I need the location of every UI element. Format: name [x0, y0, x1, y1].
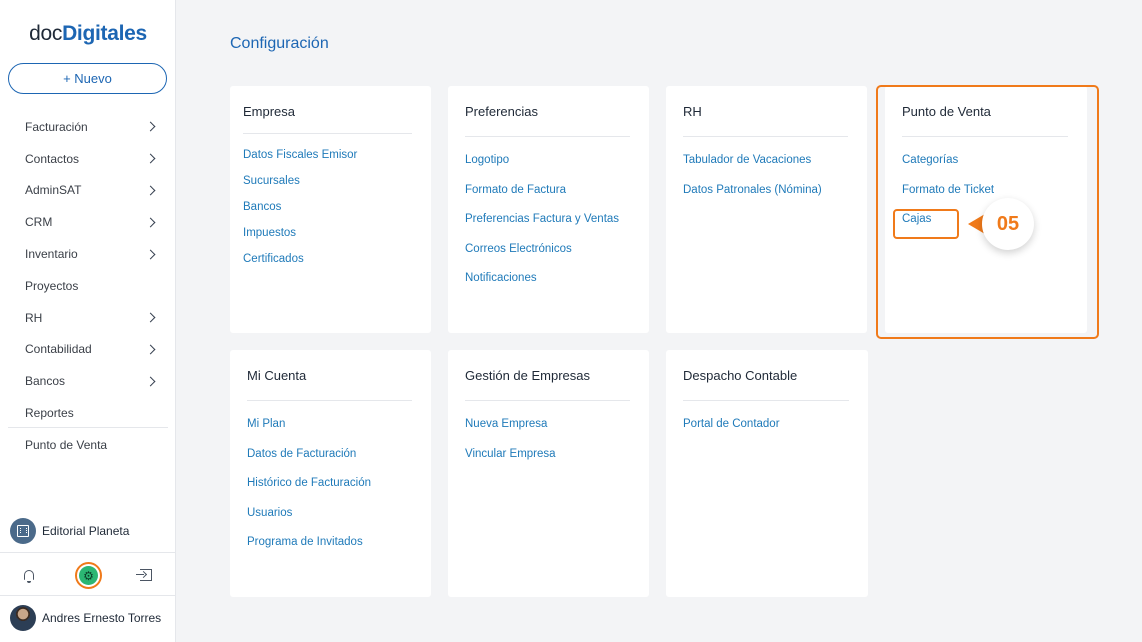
- sidebar-item-label: Contactos: [25, 151, 80, 166]
- card-links: Datos Fiscales Emisor Sucursales Bancos …: [243, 149, 357, 265]
- logout-icon[interactable]: [136, 569, 152, 581]
- card-empresa: Empresa Datos Fiscales Emisor Sucursales…: [230, 86, 431, 333]
- sidebar-item-label: RH: [25, 310, 43, 325]
- building-icon: [10, 518, 36, 544]
- card-divider: [465, 400, 630, 401]
- card-title: RH: [683, 104, 702, 119]
- link-sucursales[interactable]: Sucursales: [243, 175, 357, 187]
- gear-icon: ⚙: [79, 566, 98, 585]
- sidebar-item-label: CRM: [25, 215, 53, 230]
- card-title: Mi Cuenta: [247, 368, 307, 383]
- sidebar-toolbar: ⚙: [0, 552, 176, 596]
- sidebar-item-proyectos[interactable]: Proyectos: [0, 270, 176, 302]
- sidebar-divider: [8, 427, 168, 428]
- link-certificados[interactable]: Certificados: [243, 253, 357, 265]
- new-button[interactable]: + Nuevo: [8, 63, 167, 94]
- link-portal-de-contador[interactable]: Portal de Contador: [683, 418, 780, 430]
- link-datos-de-facturacion[interactable]: Datos de Facturación: [247, 448, 371, 460]
- sidebar-item-contabilidad[interactable]: Contabilidad: [0, 334, 176, 366]
- chevron-right-icon: [145, 344, 156, 355]
- link-formato-de-factura[interactable]: Formato de Factura: [465, 184, 619, 196]
- link-bancos[interactable]: Bancos: [243, 201, 357, 213]
- brand-prefix: doc: [29, 22, 63, 45]
- card-divider: [683, 136, 848, 137]
- sidebar: docDigitales + Nuevo Facturación Contact…: [0, 0, 176, 642]
- card-title: Empresa: [243, 104, 296, 119]
- sidebar-item-crm[interactable]: CRM: [0, 206, 176, 238]
- card-links: Portal de Contador: [683, 418, 780, 430]
- bell-icon[interactable]: [24, 570, 34, 583]
- link-preferencias-factura-ventas[interactable]: Preferencias Factura y Ventas: [465, 213, 619, 225]
- page-title: Configuración: [230, 35, 329, 52]
- chevron-right-icon: [145, 217, 156, 228]
- sidebar-item-punto-de-venta[interactable]: Punto de Venta: [25, 438, 107, 452]
- card-title: Preferencias: [465, 104, 538, 119]
- chevron-right-icon: [145, 312, 156, 323]
- sidebar-item-contactos[interactable]: Contactos: [0, 143, 176, 175]
- card-links: Mi Plan Datos de Facturación Histórico d…: [247, 418, 371, 548]
- card-title: Despacho Contable: [683, 368, 798, 383]
- user-name: Andres Ernesto Torres: [42, 611, 162, 625]
- sidebar-item-rh[interactable]: RH: [0, 302, 176, 334]
- card-divider: [902, 136, 1068, 137]
- card-title: Punto de Venta: [902, 104, 991, 119]
- brand-logo[interactable]: docDigitales: [0, 22, 176, 46]
- card-mi-cuenta: Mi Cuenta Mi Plan Datos de Facturación H…: [230, 350, 431, 597]
- sidebar-item-label: Bancos: [25, 374, 66, 389]
- link-datos-patronales[interactable]: Datos Patronales (Nómina): [683, 184, 822, 196]
- sidebar-item-label: Contabilidad: [25, 342, 92, 357]
- company-switcher[interactable]: Editorial Planeta: [10, 518, 129, 544]
- link-correos-electronicos[interactable]: Correos Electrónicos: [465, 243, 619, 255]
- sidebar-item-label: AdminSAT: [25, 183, 82, 198]
- link-impuestos[interactable]: Impuestos: [243, 227, 357, 239]
- card-preferencias: Preferencias Logotipo Formato de Factura…: [448, 86, 649, 333]
- link-logotipo[interactable]: Logotipo: [465, 154, 619, 166]
- chevron-right-icon: [145, 153, 156, 164]
- card-despacho-contable: Despacho Contable Portal de Contador: [666, 350, 868, 597]
- settings-button[interactable]: ⚙: [75, 562, 102, 589]
- chevron-right-icon: [145, 185, 156, 196]
- chevron-right-icon: [145, 376, 156, 387]
- link-tabulador-de-vacaciones[interactable]: Tabulador de Vacaciones: [683, 154, 822, 166]
- sidebar-item-inventario[interactable]: Inventario: [0, 238, 176, 270]
- sidebar-item-label: Proyectos: [25, 278, 79, 293]
- link-vincular-empresa[interactable]: Vincular Empresa: [465, 448, 556, 460]
- avatar: [10, 605, 36, 631]
- card-links: Tabulador de Vacaciones Datos Patronales…: [683, 154, 822, 196]
- card-divider: [465, 136, 630, 137]
- sidebar-item-bancos[interactable]: Bancos: [0, 365, 176, 397]
- link-formato-de-ticket[interactable]: Formato de Ticket: [902, 184, 994, 196]
- sidebar-item-label: Inventario: [25, 247, 78, 262]
- chevron-right-icon: [145, 249, 156, 260]
- link-datos-fiscales-emisor[interactable]: Datos Fiscales Emisor: [243, 149, 357, 161]
- chevron-right-icon: [145, 121, 156, 132]
- link-usuarios[interactable]: Usuarios: [247, 507, 371, 519]
- sidebar-nav: Facturación Contactos AdminSAT CRM Inven…: [0, 111, 176, 429]
- sidebar-item-facturacion[interactable]: Facturación: [0, 111, 176, 143]
- link-nueva-empresa[interactable]: Nueva Empresa: [465, 418, 556, 430]
- link-categorias[interactable]: Categorías: [902, 154, 994, 166]
- link-programa-de-invitados[interactable]: Programa de Invitados: [247, 536, 371, 548]
- sidebar-item-adminsat[interactable]: AdminSAT: [0, 175, 176, 207]
- card-divider: [243, 133, 412, 134]
- card-links: Nueva Empresa Vincular Empresa: [465, 418, 556, 460]
- sidebar-item-label: Reportes: [25, 406, 74, 421]
- card-links: Logotipo Formato de Factura Preferencias…: [465, 154, 619, 284]
- link-historico-de-facturacion[interactable]: Histórico de Facturación: [247, 477, 371, 489]
- card-punto-de-venta: Punto de Venta Categorías Formato de Tic…: [885, 86, 1087, 333]
- card-gestion-de-empresas: Gestión de Empresas Nueva Empresa Vincul…: [448, 350, 649, 597]
- company-name: Editorial Planeta: [42, 524, 130, 538]
- card-title: Gestión de Empresas: [465, 368, 591, 383]
- link-mi-plan[interactable]: Mi Plan: [247, 418, 371, 430]
- link-cajas[interactable]: Cajas: [902, 213, 994, 225]
- brand-name: Digitales: [62, 22, 147, 45]
- card-divider: [247, 400, 412, 401]
- card-links: Categorías Formato de Ticket Cajas: [902, 154, 994, 225]
- card-divider: [683, 400, 849, 401]
- card-rh: RH Tabulador de Vacaciones Datos Patrona…: [666, 86, 867, 333]
- user-profile[interactable]: Andres Ernesto Torres: [10, 605, 161, 631]
- sidebar-item-label: Facturación: [25, 119, 88, 134]
- sidebar-item-reportes[interactable]: Reportes: [0, 397, 176, 429]
- link-notificaciones[interactable]: Notificaciones: [465, 272, 619, 284]
